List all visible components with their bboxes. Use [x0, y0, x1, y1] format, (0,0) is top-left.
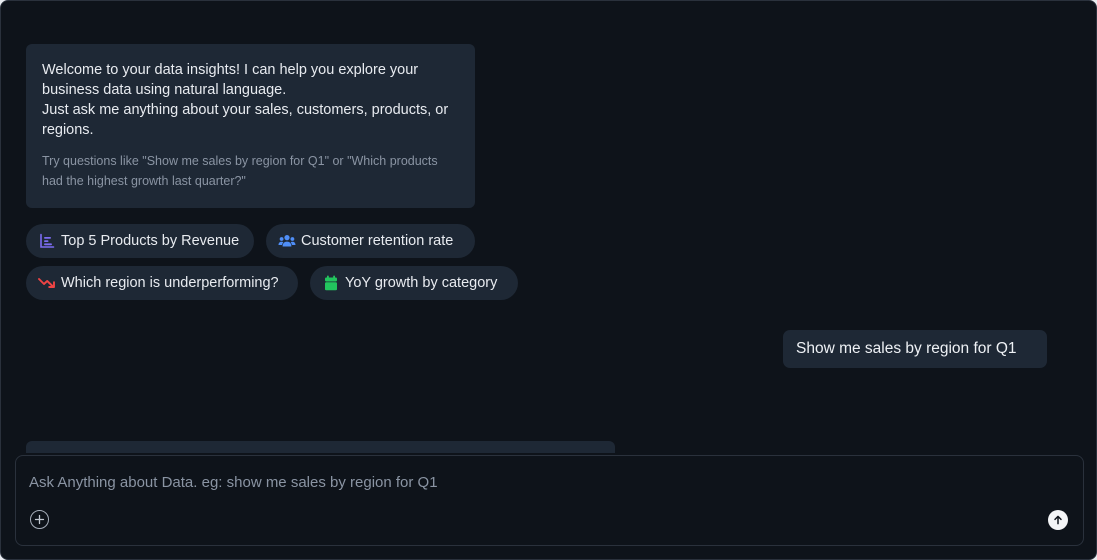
- assistant-response-card: [26, 441, 615, 453]
- suggestion-label: Top 5 Products by Revenue: [61, 233, 240, 249]
- message-list: Welcome to your data insights! I can hel…: [1, 1, 1096, 453]
- welcome-hint: Try questions like "Show me sales by reg…: [42, 154, 438, 188]
- suggestion-label: YoY growth by category: [345, 275, 498, 291]
- suggestion-label: Which region is underperforming?: [61, 275, 279, 291]
- user-message-text: Show me sales by region for Q1: [796, 340, 1017, 357]
- plus-icon: [34, 514, 45, 525]
- suggestion-customer-retention[interactable]: Customer retention rate: [266, 224, 475, 258]
- user-message: Show me sales by region for Q1: [783, 330, 1047, 368]
- suggestion-top-products[interactable]: Top 5 Products by Revenue: [26, 224, 254, 258]
- calendar-icon: [322, 274, 340, 292]
- welcome-text: Welcome to your data insights! I can hel…: [42, 60, 459, 140]
- chat-app: Welcome to your data insights! I can hel…: [0, 0, 1097, 560]
- welcome-line-1: Welcome to your data insights! I can hel…: [42, 62, 419, 98]
- welcome-message: Welcome to your data insights! I can hel…: [26, 44, 475, 208]
- welcome-line-2: Just ask me anything about your sales, c…: [42, 102, 449, 138]
- suggestion-underperforming-region[interactable]: Which region is underperforming?: [26, 266, 298, 300]
- arrow-up-icon: [1054, 515, 1062, 525]
- suggestion-label: Customer retention rate: [301, 233, 454, 249]
- add-attachment-button[interactable]: [30, 510, 49, 529]
- users-icon: [278, 232, 296, 250]
- send-button[interactable]: [1048, 510, 1068, 530]
- trend-down-icon: [38, 274, 56, 292]
- bar-chart-icon: [38, 232, 56, 250]
- suggestion-yoy-growth[interactable]: YoY growth by category: [310, 266, 518, 300]
- chat-input[interactable]: [29, 470, 1029, 494]
- chat-composer: [15, 455, 1084, 546]
